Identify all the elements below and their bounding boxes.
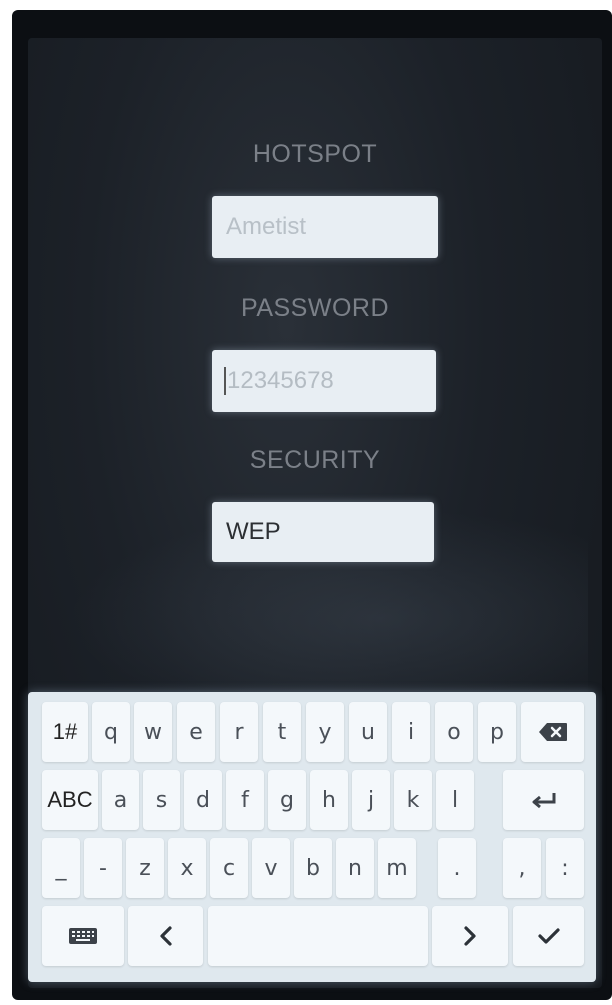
keyboard-switch-button[interactable]: [42, 906, 124, 966]
key-m[interactable]: m: [378, 838, 416, 898]
key-p[interactable]: p: [478, 702, 516, 762]
space-key[interactable]: [208, 906, 428, 966]
chevron-right-icon: [464, 926, 476, 946]
key-f[interactable]: f: [226, 770, 264, 830]
chevron-left-icon: [159, 926, 172, 946]
key-j[interactable]: j: [352, 770, 390, 830]
key-e[interactable]: e: [177, 702, 215, 762]
onscreen-keyboard: 1# q w e r t y u i o p ABC a s d f g h j…: [28, 692, 596, 982]
key-v[interactable]: v: [252, 838, 290, 898]
enter-button[interactable]: [503, 770, 584, 830]
key-abc[interactable]: ABC: [42, 770, 98, 830]
enter-icon: [532, 793, 555, 809]
key-g[interactable]: g: [268, 770, 306, 830]
key-r[interactable]: r: [220, 702, 258, 762]
key-n[interactable]: n: [336, 838, 374, 898]
key-w[interactable]: w: [134, 702, 172, 762]
key-dash[interactable]: -: [84, 838, 122, 898]
backspace-icon: [538, 723, 567, 741]
hotspot-placeholder: Ametist: [226, 213, 307, 240]
key-k[interactable]: k: [394, 770, 432, 830]
checkmark-icon: [537, 928, 560, 944]
key-o[interactable]: o: [435, 702, 473, 762]
text-caret: [224, 367, 226, 395]
security-value: WEP: [226, 518, 281, 545]
hotspot-input[interactable]: Ametist: [212, 196, 438, 258]
key-a[interactable]: a: [102, 770, 139, 830]
password-placeholder: 12345678: [227, 367, 334, 394]
key-z[interactable]: z: [126, 838, 164, 898]
password-input[interactable]: 12345678: [212, 350, 436, 412]
key-symbols[interactable]: 1#: [42, 702, 88, 762]
password-label: PASSWORD: [241, 294, 389, 322]
key-h[interactable]: h: [310, 770, 348, 830]
security-label: SECURITY: [249, 446, 381, 474]
keyboard-icon: [69, 928, 97, 944]
key-u[interactable]: u: [349, 702, 387, 762]
key-q[interactable]: q: [92, 702, 130, 762]
done-button[interactable]: [513, 906, 584, 966]
key-b[interactable]: b: [294, 838, 332, 898]
key-s[interactable]: s: [143, 770, 180, 830]
key-colon[interactable]: :: [546, 838, 584, 898]
hotspot-label: HOTSPOT: [252, 140, 378, 168]
key-d[interactable]: d: [184, 770, 222, 830]
key-c[interactable]: c: [210, 838, 248, 898]
cursor-right-button[interactable]: [432, 906, 508, 966]
key-l[interactable]: l: [436, 770, 474, 830]
key-t[interactable]: t: [263, 702, 301, 762]
key-period[interactable]: .: [438, 838, 476, 898]
key-comma[interactable]: ,: [503, 838, 541, 898]
key-i[interactable]: i: [392, 702, 430, 762]
cursor-left-button[interactable]: [128, 906, 203, 966]
security-select[interactable]: WEP: [212, 502, 434, 562]
key-y[interactable]: y: [306, 702, 344, 762]
key-x[interactable]: x: [168, 838, 206, 898]
backspace-button[interactable]: [521, 702, 584, 762]
key-underscore[interactable]: _: [42, 838, 80, 898]
